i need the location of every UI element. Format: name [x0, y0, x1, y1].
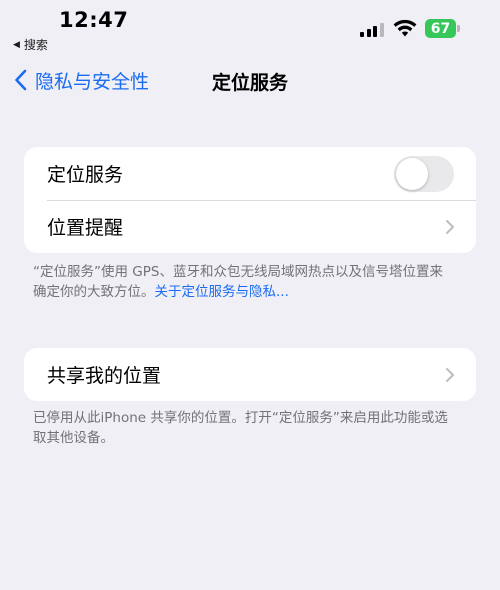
location-alerts-label: 位置提醒 — [47, 217, 124, 239]
back-to-app-label: 搜索 — [23, 38, 48, 52]
location-settings-group: 定位服务 位置提醒 — [24, 147, 476, 253]
chevron-right-icon — [446, 219, 454, 234]
battery-level: 67 — [425, 19, 456, 38]
chevron-right-icon — [446, 367, 454, 382]
share-footnote-text: 已停用从此iPhone 共享你的位置。打开“定位服务”来启用此功能或选取其他设备… — [33, 410, 448, 446]
page-title: 定位服务 — [0, 68, 500, 95]
location-services-footnote: “定位服务”使用 GPS、蓝牙和众包无线局域网热点以及信号塔位置来确定你的大致方… — [33, 262, 453, 302]
privacy-link[interactable]: 关于定位服务与隐私... — [155, 284, 289, 300]
share-location-group: 共享我的位置 — [24, 348, 476, 401]
share-my-location-label: 共享我的位置 — [47, 365, 162, 387]
battery-cap — [457, 25, 460, 32]
page-title-text: 定位服务 — [211, 72, 288, 94]
cellular-signal-icon — [360, 23, 384, 37]
back-to-app-link[interactable]: ◀ 搜索 — [13, 36, 48, 53]
location-services-label: 定位服务 — [47, 164, 124, 186]
back-triangle-icon: ◀ — [13, 39, 20, 50]
battery-icon: 67 — [425, 19, 460, 38]
share-location-footnote: 已停用从此iPhone 共享你的位置。打开“定位服务”来启用此功能或选取其他设备… — [33, 408, 453, 448]
location-services-toggle[interactable] — [394, 155, 454, 192]
toggle-knob — [396, 157, 428, 190]
status-time: 12:47 — [59, 8, 129, 32]
row-location-alerts[interactable]: 位置提醒 — [24, 200, 476, 253]
wifi-icon — [393, 19, 417, 37]
row-location-services: 定位服务 — [24, 147, 476, 200]
status-bar: 12:47 ◀ 搜索 67 — [0, 0, 500, 56]
row-share-my-location[interactable]: 共享我的位置 — [24, 348, 476, 401]
